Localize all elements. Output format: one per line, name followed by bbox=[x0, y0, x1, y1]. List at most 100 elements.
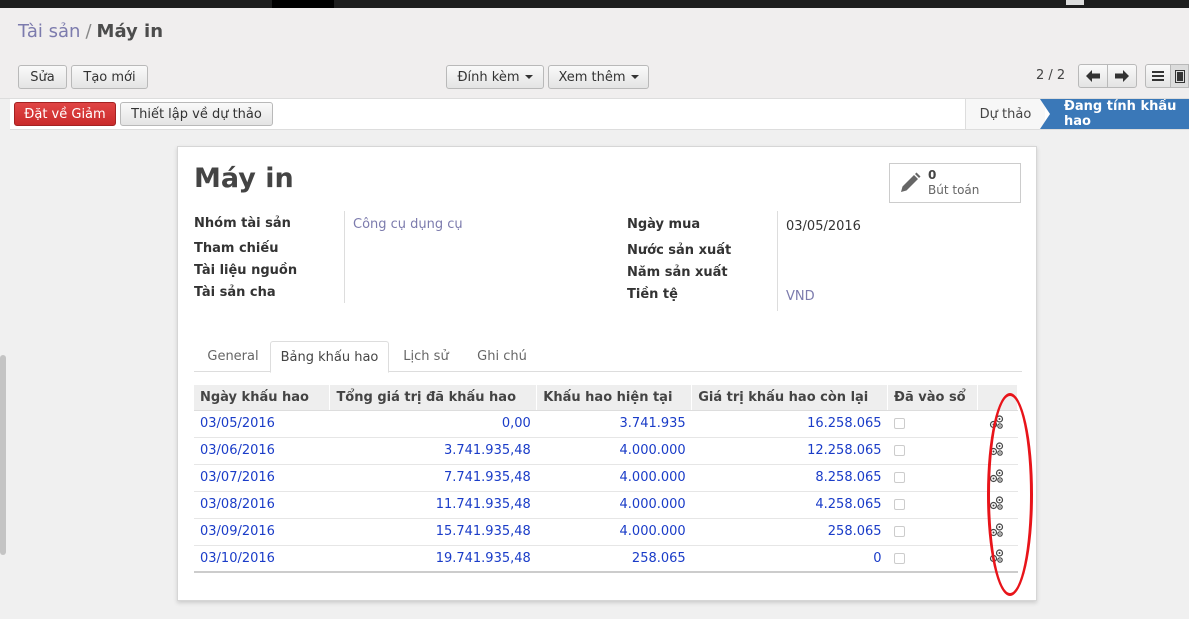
depreciation-table: Ngày khấu hao Tổng giá trị đã khấu hao K… bbox=[194, 385, 1019, 580]
list-view-button[interactable] bbox=[1145, 64, 1171, 88]
table-row[interactable]: 03/08/2016 11.741.935,48 4.000.000 4.258.06… bbox=[194, 490, 1018, 518]
tab-history[interactable]: Lịch sử bbox=[394, 341, 458, 372]
column-header-posted[interactable]: Đã vào sổ bbox=[887, 385, 978, 411]
cell-residual-value: 8.258.065 bbox=[691, 463, 888, 491]
cell-date: 03/09/2016 bbox=[194, 517, 330, 545]
stage-draft[interactable]: Dự thảo bbox=[965, 99, 1045, 129]
category-field[interactable]: Công cụ dụng cụ bbox=[353, 217, 463, 232]
cell-date: 03/10/2016 bbox=[194, 544, 330, 572]
tab-depreciation-board[interactable]: Bảng khấu hao bbox=[270, 341, 389, 373]
column-header-residual-value[interactable]: Giá trị khấu hao còn lại bbox=[691, 385, 889, 411]
stage-running: Đang tính khấu hao bbox=[1040, 99, 1189, 129]
scrollbar[interactable] bbox=[0, 355, 6, 555]
cell-date: 03/08/2016 bbox=[194, 490, 330, 518]
tab-notes[interactable]: Ghi chú bbox=[462, 341, 542, 372]
table-row[interactable]: 03/05/2016 0,00 3.741.935 16.258.065 bbox=[194, 409, 1018, 437]
posted-checkbox[interactable] bbox=[893, 499, 905, 510]
status-bar: Đặt về Giảm Thiết lập về dự thảo Dự thảo… bbox=[10, 99, 1189, 130]
control-panel: Tài sản / Máy in Sửa Tạo mới Đính kèm Xem … bbox=[0, 8, 1189, 99]
form-sheet: Máy in 0 Bút toán Nhóm tài sản Công cụ d… bbox=[177, 146, 1037, 601]
table-footer bbox=[194, 571, 1018, 580]
create-button[interactable]: Tạo mới bbox=[71, 65, 148, 89]
breadcrumb-parent-link[interactable]: Tài sản bbox=[18, 21, 80, 42]
table-row[interactable]: 03/07/2016 7.741.935,48 4.000.000 8.258.065 bbox=[194, 463, 1018, 491]
field-divider bbox=[344, 211, 345, 303]
cell-residual-value: 16.258.065 bbox=[691, 409, 888, 437]
cell-date: 03/05/2016 bbox=[194, 409, 330, 437]
cell-depreciated-value: 15.741.935,48 bbox=[329, 517, 537, 545]
menu-square bbox=[1066, 0, 1084, 5]
cell-current-depreciation: 4.000.000 bbox=[536, 490, 692, 518]
arrow-left-icon bbox=[1086, 70, 1100, 82]
currency-field[interactable]: VND bbox=[786, 289, 815, 304]
asset-name: Máy in bbox=[194, 163, 294, 194]
breadcrumb-separator: / bbox=[85, 21, 92, 42]
column-header-current-depreciation[interactable]: Khấu hao hiện tại bbox=[536, 385, 693, 411]
pager-next-button[interactable] bbox=[1107, 64, 1137, 88]
posted-checkbox[interactable] bbox=[893, 418, 905, 429]
field-divider bbox=[777, 211, 778, 311]
purchase-date-label: Ngày mua bbox=[627, 217, 701, 232]
cell-depreciated-value: 0,00 bbox=[329, 409, 537, 437]
cell-date: 03/07/2016 bbox=[194, 463, 330, 491]
cell-posted bbox=[887, 517, 978, 545]
column-header-depreciated-value[interactable]: Tổng giá trị đã khấu hao bbox=[329, 385, 538, 411]
posted-checkbox[interactable] bbox=[893, 552, 905, 564]
cell-posted bbox=[887, 463, 978, 491]
cell-posted bbox=[887, 409, 978, 437]
cell-date: 03/06/2016 bbox=[194, 436, 330, 464]
edit-button[interactable]: Sửa bbox=[18, 65, 67, 89]
cell-depreciated-value: 3.741.935,48 bbox=[329, 436, 537, 464]
menu-block bbox=[272, 0, 334, 8]
parent-asset-label: Tài sản cha bbox=[194, 285, 276, 300]
cell-current-depreciation: 4.000.000 bbox=[536, 517, 692, 545]
pencil-icon bbox=[901, 172, 921, 192]
posted-checkbox[interactable] bbox=[893, 526, 905, 537]
set-to-close-button[interactable]: Đặt về Giảm bbox=[14, 102, 116, 126]
form-view-icon bbox=[1174, 69, 1185, 83]
cell-posted bbox=[887, 436, 978, 464]
table-row[interactable]: 03/09/2016 15.741.935,48 4.000.000 258.065 bbox=[194, 517, 1018, 545]
top-menu-bar bbox=[0, 0, 1189, 8]
table-row[interactable]: 03/10/2016 19.741.935,48 258.065 0 bbox=[194, 544, 1018, 572]
cell-residual-value: 0 bbox=[691, 544, 888, 572]
cell-posted bbox=[887, 544, 978, 572]
attachment-label: Đính kèm bbox=[457, 69, 520, 85]
entries-label: Bút toán bbox=[928, 183, 980, 197]
set-to-draft-button[interactable]: Thiết lập về dự thảo bbox=[120, 102, 273, 126]
more-dropdown[interactable]: Xem thêm bbox=[548, 65, 649, 89]
caret-down-icon bbox=[524, 75, 533, 79]
caret-down-icon bbox=[630, 75, 639, 79]
cell-posted bbox=[887, 490, 978, 518]
cell-current-depreciation: 4.000.000 bbox=[536, 463, 692, 491]
source-document-label: Tài liệu nguồn bbox=[194, 263, 298, 278]
pager-value: 2 / 2 bbox=[1036, 68, 1066, 83]
purchase-date-field[interactable]: 03/05/2016 bbox=[786, 219, 861, 234]
cell-depreciated-value: 11.741.935,48 bbox=[329, 490, 537, 518]
annotation-circle bbox=[987, 393, 1033, 596]
breadcrumb: Tài sản / Máy in bbox=[18, 21, 163, 42]
column-header-date[interactable]: Ngày khấu hao bbox=[194, 385, 331, 411]
cell-depreciated-value: 7.741.935,48 bbox=[329, 463, 537, 491]
cell-residual-value: 12.258.065 bbox=[691, 436, 888, 464]
table-header-row: Ngày khấu hao Tổng giá trị đã khấu hao K… bbox=[194, 385, 1019, 411]
table-footer-cell bbox=[194, 571, 1018, 580]
currency-label: Tiền tệ bbox=[627, 287, 678, 302]
posted-checkbox[interactable] bbox=[893, 472, 905, 483]
reference-label: Tham chiếu bbox=[194, 241, 279, 256]
form-view-button[interactable] bbox=[1170, 64, 1189, 88]
attachment-dropdown[interactable]: Đính kèm bbox=[446, 65, 544, 89]
entries-count: 0 bbox=[928, 168, 937, 182]
cell-current-depreciation: 258.065 bbox=[536, 544, 692, 572]
origin-country-label: Nước sản xuất bbox=[627, 243, 732, 258]
table-row[interactable]: 03/06/2016 3.741.935,48 4.000.000 12.258.06… bbox=[194, 436, 1018, 464]
notebook-tabs: General Bảng khấu hao Lịch sử Ghi chú bbox=[194, 341, 1022, 373]
entries-smart-button[interactable]: 0 Bút toán bbox=[889, 163, 1021, 203]
arrow-right-icon bbox=[1115, 70, 1129, 82]
cell-residual-value: 258.065 bbox=[691, 517, 888, 545]
posted-checkbox[interactable] bbox=[893, 445, 905, 456]
tab-general[interactable]: General bbox=[198, 341, 268, 372]
breadcrumb-current: Máy in bbox=[96, 21, 164, 42]
cell-depreciated-value: 19.741.935,48 bbox=[329, 544, 537, 572]
pager-previous-button[interactable] bbox=[1078, 64, 1108, 88]
